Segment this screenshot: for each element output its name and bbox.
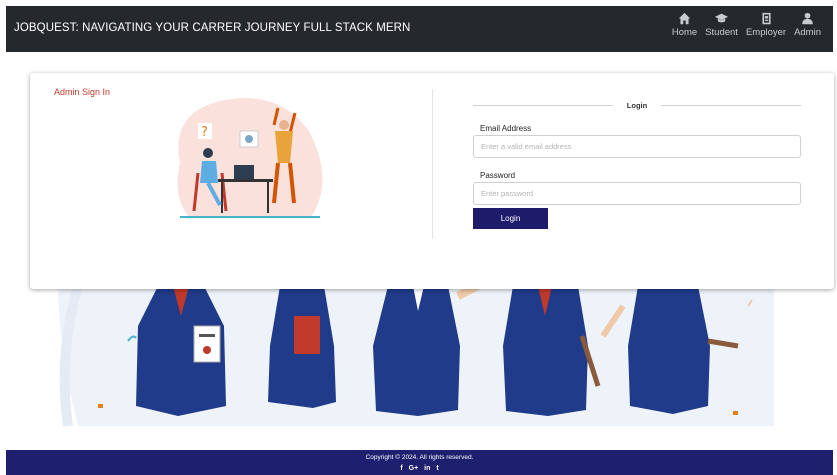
social-links: f G+ in t	[6, 465, 833, 472]
google-plus-icon[interactable]: G+	[409, 465, 419, 472]
user-icon	[802, 12, 813, 25]
nav-admin[interactable]: Admin	[794, 12, 821, 38]
office-illustration: ?	[177, 98, 323, 218]
home-icon	[678, 12, 691, 25]
linkedin-icon[interactable]: in	[424, 465, 430, 472]
nav-admin-label: Admin	[794, 27, 821, 38]
facebook-icon[interactable]: f	[400, 465, 402, 472]
footer: Copyright © 2024. All rights reserved. f…	[6, 450, 833, 475]
graduation-cap-icon	[715, 13, 729, 23]
password-label: Password	[480, 171, 516, 180]
password-field[interactable]	[473, 182, 801, 205]
copyright-text: Copyright © 2024. All rights reserved.	[365, 454, 474, 461]
email-label: Email Address	[480, 124, 532, 133]
nav-student-label: Student	[705, 27, 738, 38]
login-button[interactable]: Login	[473, 208, 548, 229]
login-heading: Login	[473, 101, 801, 111]
nav-home-label: Home	[671, 27, 698, 38]
svg-text:?: ?	[201, 125, 208, 140]
twitter-icon[interactable]: t	[436, 465, 438, 472]
main-nav: Home Student Employer Admin	[672, 12, 821, 38]
graduates-hero-illustration	[58, 286, 774, 426]
admin-signin-card: Admin Sign In ? Login Email Address Pass…	[30, 73, 834, 289]
top-navbar: JOBQUEST: NAVIGATING YOUR CARRER JOURNEY…	[6, 6, 833, 52]
email-field[interactable]	[473, 135, 801, 158]
nav-employer-label: Employer	[745, 27, 787, 38]
id-badge-icon	[761, 12, 771, 25]
card-title: Admin Sign In	[54, 87, 111, 97]
nav-student[interactable]: Student	[705, 12, 738, 38]
nav-employer[interactable]: Employer	[746, 12, 786, 38]
vertical-divider	[432, 89, 433, 239]
brand-title[interactable]: JOBQUEST: NAVIGATING YOUR CARRER JOURNEY…	[14, 22, 410, 34]
nav-home[interactable]: Home	[672, 12, 697, 38]
login-heading-line-right	[661, 105, 801, 106]
graduates-image	[58, 286, 774, 426]
